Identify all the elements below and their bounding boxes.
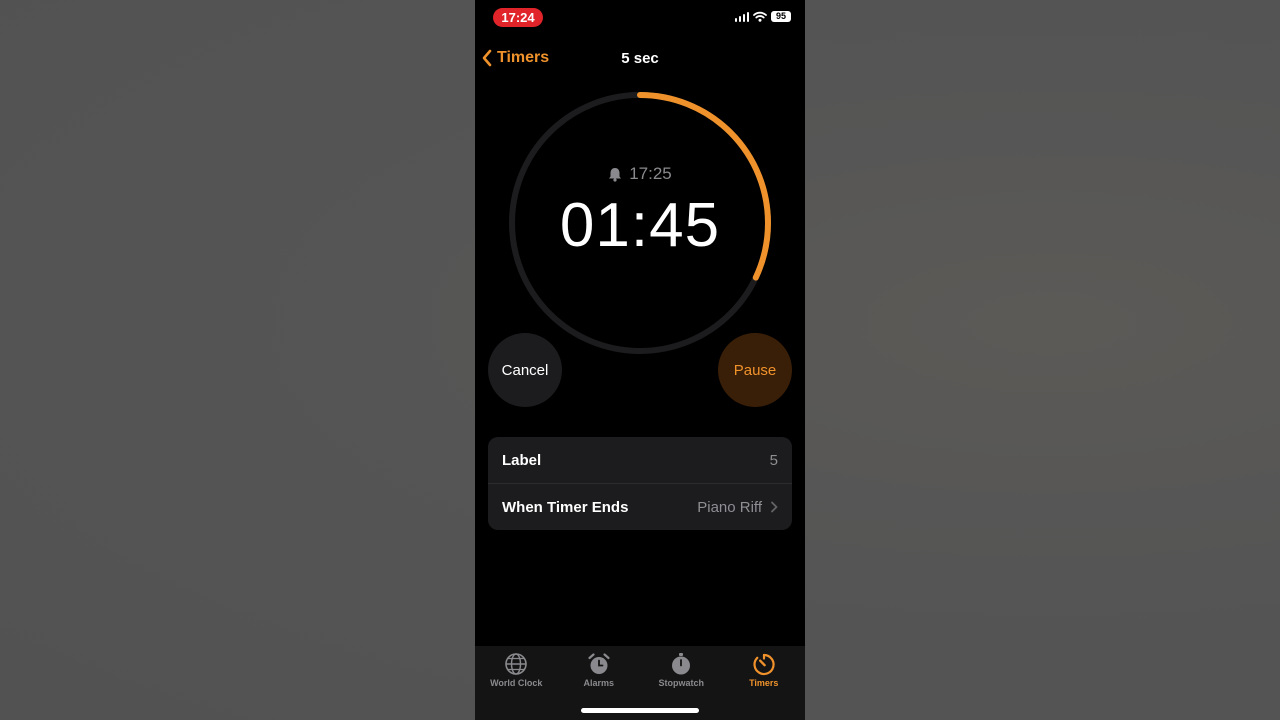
tab-label: Alarms <box>583 678 614 688</box>
status-time[interactable]: 17:24 <box>493 8 543 27</box>
tab-label: Stopwatch <box>658 678 704 688</box>
label-row[interactable]: Label 5 <box>488 437 792 483</box>
stopwatch-icon <box>672 653 691 675</box>
alarm-clock-icon <box>588 653 610 674</box>
cellular-signal-icon <box>734 11 749 22</box>
tab-timers[interactable]: Timers <box>723 646 806 720</box>
sound-title: When Timer Ends <box>502 498 629 516</box>
wifi-icon <box>753 11 767 22</box>
bell-icon <box>609 167 622 182</box>
alarm-time-row: 17:25 <box>475 164 805 184</box>
sound-value-group: Piano Riff <box>697 499 778 516</box>
tab-label: World Clock <box>490 678 543 688</box>
alarm-time: 17:25 <box>629 164 672 183</box>
label-title: Label <box>502 451 542 469</box>
chevron-right-icon <box>771 501 778 513</box>
countdown-display: 01:45 <box>559 191 721 260</box>
tab-label: Timers <box>749 678 779 688</box>
globe-icon <box>505 653 528 675</box>
when-timer-ends-row[interactable]: When Timer Ends Piano Riff <box>488 483 792 530</box>
pause-label: Pause <box>733 361 777 379</box>
cancel-label: Cancel <box>501 361 549 379</box>
label-value: 5 <box>769 451 778 469</box>
sound-value: Piano Riff <box>697 498 762 516</box>
timer-icon <box>753 653 775 676</box>
home-indicator[interactable] <box>581 708 699 713</box>
cancel-button[interactable]: Cancel <box>488 333 562 407</box>
timer-settings-list: Label 5 When Timer Ends Piano Riff <box>488 437 792 530</box>
tab-world-clock[interactable]: World Clock <box>475 646 558 720</box>
page-title: 5 sec <box>621 50 659 67</box>
pause-button[interactable]: Pause <box>718 333 792 407</box>
battery-indicator: 95 <box>771 11 791 22</box>
phone-screen: 17:24 95 Timers 5 sec 17:25 01:45 Cancel <box>475 0 805 720</box>
status-icons: 95 <box>734 11 791 22</box>
